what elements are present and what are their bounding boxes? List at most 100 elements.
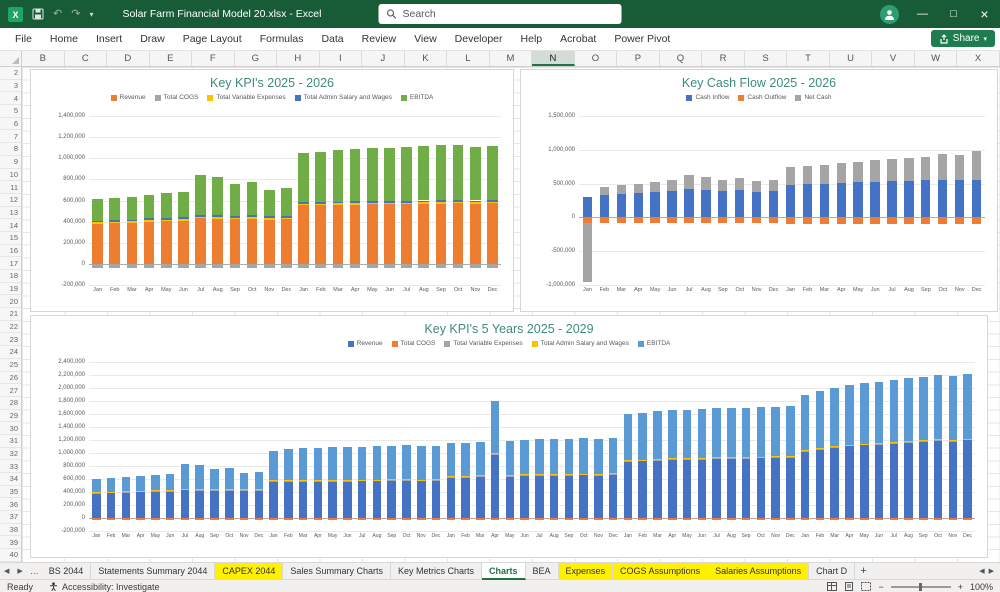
row-header-34[interactable]: 34 (0, 473, 21, 486)
column-header-C[interactable]: C (65, 51, 108, 66)
row-header-6[interactable]: 6 (0, 118, 21, 131)
close-button[interactable]: × (969, 0, 1000, 28)
ribbon-tab-view[interactable]: View (405, 28, 446, 50)
row-header-3[interactable]: 3 (0, 80, 21, 93)
tab-scroll-left-icon[interactable]: ◀ (979, 567, 984, 575)
ribbon-tab-review[interactable]: Review (353, 28, 405, 50)
normal-view-icon[interactable] (827, 582, 838, 591)
column-header-T[interactable]: T (787, 51, 830, 66)
ribbon-tab-file[interactable]: File (6, 28, 41, 50)
row-header-40[interactable]: 40 (0, 549, 21, 562)
row-header-27[interactable]: 27 (0, 384, 21, 397)
search-box[interactable]: Search (378, 4, 622, 24)
column-header-Q[interactable]: Q (660, 51, 703, 66)
new-sheet-button[interactable]: + (855, 565, 872, 577)
row-header-21[interactable]: 21 (0, 308, 21, 321)
share-button[interactable]: Share ▾ (930, 30, 995, 47)
row-header-24[interactable]: 24 (0, 346, 21, 359)
row-header-33[interactable]: 33 (0, 460, 21, 473)
row-header-30[interactable]: 30 (0, 422, 21, 435)
sheet-tab-sales-summary-charts[interactable]: Sales Summary Charts (283, 562, 391, 580)
column-header-F[interactable]: F (192, 51, 235, 66)
column-header-O[interactable]: O (575, 51, 618, 66)
zoom-slider[interactable] (890, 582, 951, 591)
column-header-L[interactable]: L (447, 51, 490, 66)
column-header-J[interactable]: J (362, 51, 405, 66)
row-header-28[interactable]: 28 (0, 397, 21, 410)
row-header-15[interactable]: 15 (0, 232, 21, 245)
row-header-4[interactable]: 4 (0, 92, 21, 106)
row-header-39[interactable]: 39 (0, 536, 21, 550)
grid-area[interactable]: Key KPI's 2025 - 2026 Revenue Total COGS To… (22, 67, 1000, 562)
tab-scroll-right-icon[interactable]: ▶ (989, 567, 994, 575)
select-all-corner[interactable] (0, 51, 22, 66)
row-header-20[interactable]: 20 (0, 295, 21, 309)
zoom-out-button[interactable]: − (878, 582, 883, 592)
sheet-tab-statements-summary-2044[interactable]: Statements Summary 2044 (91, 562, 216, 580)
ribbon-tab-power-pivot[interactable]: Power Pivot (605, 28, 679, 50)
column-header-I[interactable]: I (320, 51, 363, 66)
row-header-8[interactable]: 8 (0, 143, 21, 156)
excel-app-icon[interactable]: X (8, 6, 23, 22)
sheet-tab-capex-2044[interactable]: CAPEX 2044 (215, 562, 284, 580)
column-header-D[interactable]: D (107, 51, 150, 66)
ribbon-tab-developer[interactable]: Developer (446, 28, 512, 50)
chart-key-kpis-2025-2026[interactable]: Key KPI's 2025 - 2026 Revenue Total COGS To… (30, 69, 514, 312)
column-header-E[interactable]: E (150, 51, 193, 66)
accessibility-status[interactable]: Accessibility: Investigate (49, 582, 160, 592)
column-header-V[interactable]: V (872, 51, 915, 66)
row-header-22[interactable]: 22 (0, 321, 21, 334)
row-header-10[interactable]: 10 (0, 169, 21, 182)
row-header-19[interactable]: 19 (0, 283, 21, 296)
page-layout-view-icon[interactable] (844, 582, 854, 591)
ribbon-tab-help[interactable]: Help (512, 28, 552, 50)
column-header-W[interactable]: W (915, 51, 958, 66)
row-header-26[interactable]: 26 (0, 372, 21, 385)
row-header-29[interactable]: 29 (0, 410, 21, 423)
column-header-M[interactable]: M (490, 51, 533, 66)
row-header-11[interactable]: 11 (0, 181, 21, 194)
row-header-13[interactable]: 13 (0, 207, 21, 220)
sheet-tab-bea[interactable]: BEA (526, 562, 559, 580)
page-break-view-icon[interactable] (861, 582, 872, 591)
sheet-tab-charts[interactable]: Charts (481, 562, 526, 580)
sheet-nav-left-icon[interactable]: ◀ (0, 567, 13, 575)
row-header-9[interactable]: 9 (0, 156, 21, 169)
row-header-31[interactable]: 31 (0, 435, 21, 448)
redo-icon[interactable]: ↷ (71, 0, 80, 28)
row-header-17[interactable]: 17 (0, 257, 21, 270)
sheet-list-ellipsis-icon[interactable]: … (27, 566, 42, 576)
column-header-B[interactable]: B (22, 51, 65, 66)
column-header-U[interactable]: U (830, 51, 873, 66)
column-header-G[interactable]: G (235, 51, 278, 66)
undo-icon[interactable]: ↶ (53, 0, 62, 28)
ribbon-tab-home[interactable]: Home (41, 28, 87, 50)
column-header-P[interactable]: P (617, 51, 660, 66)
account-avatar[interactable] (880, 4, 899, 24)
maximize-button[interactable]: □ (938, 0, 969, 28)
chart-key-kpis-5-years[interactable]: Key KPI's 5 Years 2025 - 2029 Revenue Tota… (30, 315, 988, 558)
row-header-25[interactable]: 25 (0, 359, 21, 372)
column-header-S[interactable]: S (745, 51, 788, 66)
ribbon-tab-draw[interactable]: Draw (131, 28, 174, 50)
sheet-tab-bs-2044[interactable]: BS 2044 (42, 562, 92, 580)
sheet-tab-cogs-assumptions[interactable]: COGS Assumptions (613, 562, 709, 580)
ribbon-tab-insert[interactable]: Insert (87, 28, 131, 50)
sheet-tab-salaries-assumptions[interactable]: Salaries Assumptions (708, 562, 810, 580)
column-header-N[interactable]: N (532, 51, 575, 66)
row-header-7[interactable]: 7 (0, 130, 21, 144)
ribbon-tab-formulas[interactable]: Formulas (251, 28, 313, 50)
save-icon[interactable] (32, 8, 44, 20)
sheet-tab-chart-d[interactable]: Chart D (809, 562, 856, 580)
row-header-37[interactable]: 37 (0, 511, 21, 524)
minimize-button[interactable]: — (907, 0, 938, 28)
sheet-nav-right-icon[interactable]: ▶ (13, 567, 26, 575)
row-header-14[interactable]: 14 (0, 219, 21, 232)
column-header-K[interactable]: K (405, 51, 448, 66)
zoom-slider-thumb[interactable] (918, 582, 922, 591)
column-header-H[interactable]: H (277, 51, 320, 66)
sheet-tab-key-metrics-charts[interactable]: Key Metrics Charts (391, 562, 482, 580)
sheet-tab-expenses[interactable]: Expenses (558, 562, 614, 580)
row-header-36[interactable]: 36 (0, 498, 21, 512)
row-header-16[interactable]: 16 (0, 245, 21, 258)
